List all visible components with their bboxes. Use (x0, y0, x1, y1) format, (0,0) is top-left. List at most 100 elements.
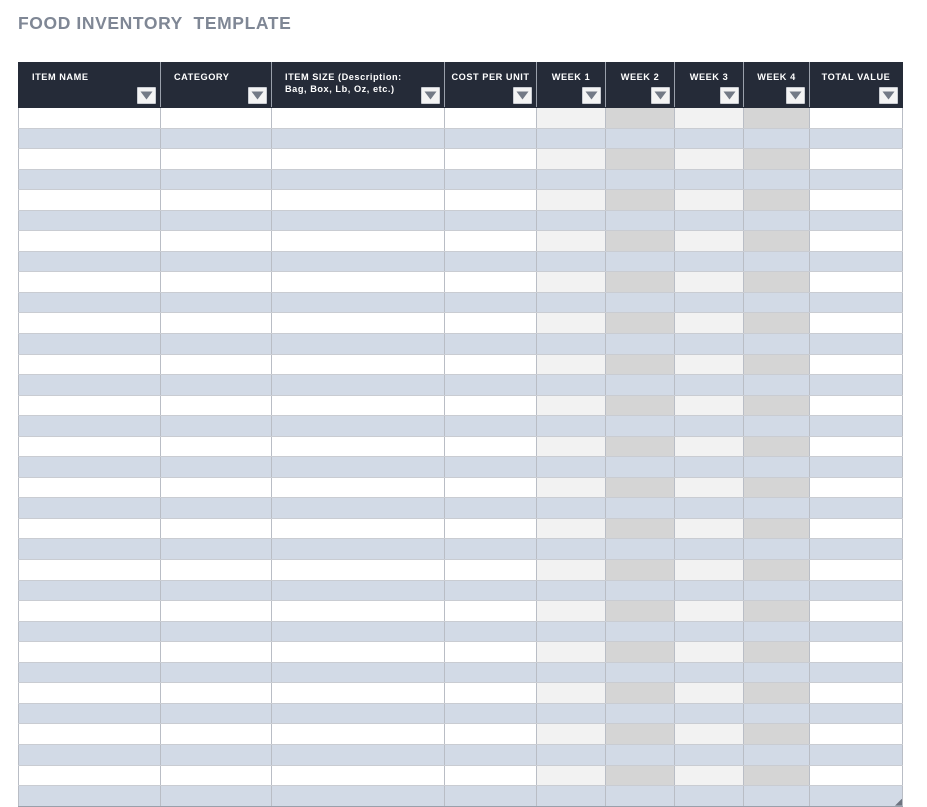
cell-item-name[interactable] (18, 518, 161, 540)
cell-category[interactable] (160, 148, 272, 170)
cell-category[interactable] (160, 497, 272, 519)
cell-week-4[interactable] (743, 148, 810, 170)
cell-week-4[interactable] (743, 169, 810, 191)
cell-week-4[interactable] (743, 703, 810, 725)
cell-total-value[interactable] (809, 436, 903, 458)
cell-item-size[interactable] (271, 374, 445, 396)
cell-week-3[interactable] (674, 538, 744, 561)
cell-week-2[interactable] (605, 580, 675, 602)
cell-total-value[interactable] (809, 621, 903, 643)
cell-week-4[interactable] (743, 271, 810, 293)
cell-week-1[interactable] (536, 456, 606, 478)
cell-item-name[interactable] (18, 292, 161, 314)
cell-week-3[interactable] (674, 785, 744, 807)
cell-week-3[interactable] (674, 230, 744, 252)
cell-week-1[interactable] (536, 333, 606, 355)
cell-week-3[interactable] (674, 312, 744, 335)
cell-total-value[interactable] (809, 641, 903, 663)
cell-category[interactable] (160, 477, 272, 499)
cell-week-2[interactable] (605, 230, 675, 252)
cell-week-2[interactable] (605, 210, 675, 232)
cell-cost-per-unit[interactable] (444, 600, 537, 622)
cell-item-name[interactable] (18, 354, 161, 376)
cell-cost-per-unit[interactable] (444, 477, 537, 499)
cell-item-size[interactable] (271, 271, 445, 293)
cell-week-2[interactable] (605, 189, 675, 211)
cell-total-value[interactable] (809, 251, 903, 273)
cell-item-size[interactable] (271, 785, 445, 807)
cell-week-1[interactable] (536, 744, 606, 766)
cell-total-value[interactable] (809, 169, 903, 191)
cell-cost-per-unit[interactable] (444, 292, 537, 314)
cell-item-name[interactable] (18, 189, 161, 211)
cell-item-size[interactable] (271, 703, 445, 725)
cell-week-4[interactable] (743, 621, 810, 643)
cell-cost-per-unit[interactable] (444, 497, 537, 519)
filter-dropdown-icon-week-3[interactable] (720, 87, 739, 104)
cell-week-3[interactable] (674, 641, 744, 663)
cell-cost-per-unit[interactable] (444, 312, 537, 335)
cell-total-value[interactable] (809, 518, 903, 540)
cell-week-2[interactable] (605, 436, 675, 458)
cell-week-2[interactable] (605, 600, 675, 622)
cell-week-1[interactable] (536, 600, 606, 622)
cell-total-value[interactable] (809, 333, 903, 355)
cell-item-size[interactable] (271, 210, 445, 232)
cell-category[interactable] (160, 744, 272, 766)
cell-item-size[interactable] (271, 518, 445, 540)
cell-item-size[interactable] (271, 169, 445, 191)
cell-week-1[interactable] (536, 580, 606, 602)
cell-item-name[interactable] (18, 333, 161, 355)
cell-week-1[interactable] (536, 765, 606, 787)
cell-item-size[interactable] (271, 189, 445, 211)
cell-item-size[interactable] (271, 251, 445, 273)
cell-week-2[interactable] (605, 703, 675, 725)
cell-item-size[interactable] (271, 621, 445, 643)
cell-item-size[interactable] (271, 148, 445, 170)
cell-week-4[interactable] (743, 415, 810, 437)
cell-week-1[interactable] (536, 354, 606, 376)
cell-total-value[interactable] (809, 189, 903, 211)
cell-week-2[interactable] (605, 169, 675, 191)
cell-week-1[interactable] (536, 538, 606, 561)
cell-week-2[interactable] (605, 682, 675, 704)
cell-week-1[interactable] (536, 477, 606, 499)
cell-item-name[interactable] (18, 580, 161, 602)
cell-week-3[interactable] (674, 559, 744, 581)
cell-week-3[interactable] (674, 271, 744, 293)
cell-week-3[interactable] (674, 477, 744, 499)
cell-total-value[interactable] (809, 415, 903, 437)
cell-week-3[interactable] (674, 765, 744, 787)
filter-dropdown-icon-week-1[interactable] (582, 87, 601, 104)
cell-cost-per-unit[interactable] (444, 436, 537, 458)
cell-week-1[interactable] (536, 148, 606, 170)
cell-item-size[interactable] (271, 128, 445, 150)
cell-category[interactable] (160, 580, 272, 602)
cell-item-name[interactable] (18, 374, 161, 396)
cell-cost-per-unit[interactable] (444, 148, 537, 170)
cell-week-2[interactable] (605, 456, 675, 478)
cell-item-size[interactable] (271, 641, 445, 663)
cell-cost-per-unit[interactable] (444, 374, 537, 396)
cell-week-4[interactable] (743, 497, 810, 519)
cell-category[interactable] (160, 354, 272, 376)
cell-week-1[interactable] (536, 230, 606, 252)
cell-cost-per-unit[interactable] (444, 271, 537, 293)
cell-cost-per-unit[interactable] (444, 682, 537, 704)
cell-week-1[interactable] (536, 723, 606, 745)
cell-total-value[interactable] (809, 395, 903, 417)
cell-week-1[interactable] (536, 682, 606, 704)
cell-category[interactable] (160, 415, 272, 437)
cell-week-1[interactable] (536, 785, 606, 807)
cell-week-1[interactable] (536, 128, 606, 150)
cell-category[interactable] (160, 703, 272, 725)
cell-week-4[interactable] (743, 744, 810, 766)
cell-week-2[interactable] (605, 723, 675, 745)
cell-cost-per-unit[interactable] (444, 210, 537, 232)
cell-item-name[interactable] (18, 456, 161, 478)
cell-item-size[interactable] (271, 723, 445, 745)
cell-item-name[interactable] (18, 148, 161, 170)
cell-week-2[interactable] (605, 312, 675, 335)
cell-item-name[interactable] (18, 497, 161, 519)
cell-category[interactable] (160, 189, 272, 211)
